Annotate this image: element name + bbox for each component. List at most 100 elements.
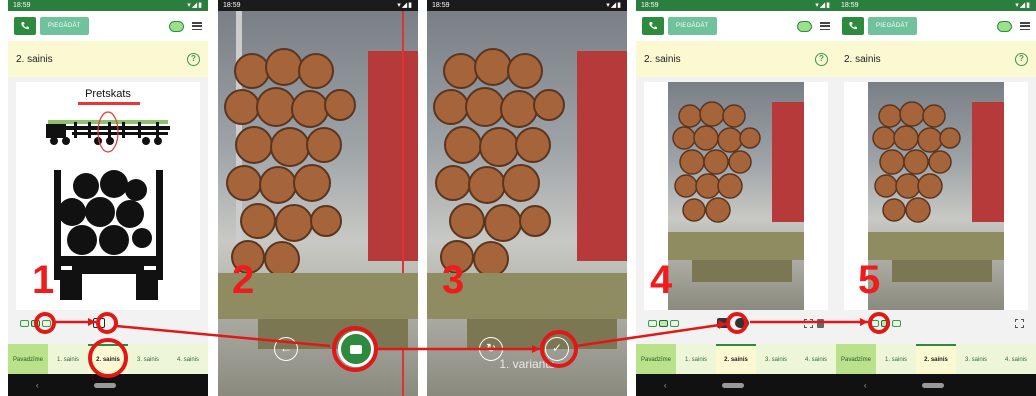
help-icon[interactable]: ? <box>1015 52 1028 66</box>
status-bar: 18:59 ▾◢▮ <box>836 0 1036 11</box>
cloud-sync-icon[interactable] <box>997 20 1012 32</box>
status-time: 18:59 <box>223 2 241 9</box>
camera-viewfinder: ← <box>218 11 418 396</box>
truck-side-icon <box>46 111 170 153</box>
cloud-sync-icon[interactable] <box>797 20 812 32</box>
tab-pavadzime[interactable]: Pavadzīme <box>836 344 876 374</box>
hamburger-menu-icon[interactable] <box>192 22 202 30</box>
view-toggle-segment-active[interactable] <box>659 319 668 327</box>
hamburger-menu-icon[interactable] <box>1020 22 1030 30</box>
signal-battery-icon: ▾◢▮ <box>606 2 622 9</box>
crop-icon[interactable] <box>804 318 813 328</box>
title-bar: 2. sainis ? <box>836 41 1036 77</box>
android-nav-bar: ‹ <box>836 374 1036 396</box>
tab-sainis-4[interactable]: 4. sainis <box>796 344 836 374</box>
app-bar: PIEGĀDĀT <box>836 11 1036 41</box>
app-bar: PIEGĀDĀT <box>636 11 836 41</box>
step-number-2: 2 <box>232 258 255 302</box>
tab-sainis-1[interactable]: 1. sainis <box>876 344 916 374</box>
diagram-title: Pretskats <box>85 88 131 100</box>
step-number-5: 5 <box>858 258 881 302</box>
phone-icon <box>649 22 657 30</box>
phone-call-button[interactable] <box>642 17 664 35</box>
help-icon[interactable]: ? <box>815 52 828 66</box>
captured-photo-preview: ↻ ✓ <box>427 11 627 396</box>
tab-sainis-4[interactable]: 4. sainis <box>996 344 1036 374</box>
step-number-4: 4 <box>650 258 673 302</box>
diagram-title-underline <box>78 102 140 105</box>
captured-photo <box>668 82 804 310</box>
phone-icon <box>21 22 29 30</box>
signal-battery-icon: ▾◢▮ <box>1015 2 1031 9</box>
view-toggle-segment[interactable] <box>670 319 679 327</box>
page-title: 2. sainis <box>16 53 53 65</box>
status-bar: 18:59 ▾◢▮ <box>427 0 627 11</box>
highlight-ring-confirm <box>540 330 578 368</box>
tab-sainis-3[interactable]: 3. sainis <box>128 344 168 374</box>
phone-call-button[interactable] <box>14 17 36 35</box>
back-nav-icon[interactable]: ‹ <box>864 381 867 390</box>
tab-bar: Pavadzīme 1. sainis 2. sainis 3. sainis … <box>636 344 836 374</box>
status-bar: 18:59 ▾◢▮ <box>218 0 418 11</box>
highlight-ring-camera <box>96 312 118 334</box>
tab-sainis-1[interactable]: 1. sainis <box>48 344 88 374</box>
view-toggle-segment[interactable] <box>648 319 657 327</box>
tab-sainis-1[interactable]: 1. sainis <box>676 344 716 374</box>
deliver-button[interactable]: PIEGĀDĀT <box>668 17 717 35</box>
view-toggle-segment[interactable] <box>892 319 901 327</box>
variant-caption: 1. variants <box>499 357 555 371</box>
signal-battery-icon: ▾◢▮ <box>397 2 413 9</box>
home-nav-icon[interactable] <box>722 382 745 388</box>
tab-sainis-2[interactable]: 2. sainis <box>716 344 756 374</box>
highlight-ring-saved <box>868 312 890 334</box>
step-number-1: 1 <box>32 258 55 302</box>
highlight-ring-upload <box>726 312 748 334</box>
highlight-ring-view-toggle <box>34 312 56 334</box>
deliver-button[interactable]: PIEGĀDĀT <box>868 17 917 35</box>
phone-icon <box>849 22 857 30</box>
status-time: 18:59 <box>641 2 659 9</box>
hamburger-menu-icon[interactable] <box>820 22 830 30</box>
phone-screen-2: 18:59 ▾◢▮ ← <box>218 0 418 396</box>
back-nav-icon[interactable]: ‹ <box>664 381 667 390</box>
crop-icon[interactable] <box>1015 318 1024 328</box>
tab-sainis-4[interactable]: 4. sainis <box>168 344 208 374</box>
tab-sainis-2[interactable]: 2. sainis <box>916 344 956 374</box>
tab-bar: Pavadzīme 1. sainis 2. sainis 3. sainis … <box>836 344 1036 374</box>
log-load-photo <box>427 48 627 349</box>
android-nav-bar: ‹ <box>636 374 836 396</box>
view-toggle-segment[interactable] <box>20 319 29 327</box>
tab-sainis-3[interactable]: 3. sainis <box>956 344 996 374</box>
phone-screen-4: 18:59 ▾◢▮ PIEGĀDĀT 2. sainis ? Pavadzīme… <box>636 0 836 396</box>
status-time: 18:59 <box>841 2 859 9</box>
phone-screen-5: 18:59 ▾◢▮ PIEGĀDĀT 2. sainis ? Pavadzīme… <box>836 0 1036 396</box>
step-number-3: 3 <box>442 258 465 302</box>
phone-screen-1: 18:59 ▾◢▮ PIEGĀDĀT 2. sainis ? Pretskats <box>8 0 208 396</box>
screenshot-stage: 18:59 ▾◢▮ PIEGĀDĀT 2. sainis ? Pretskats <box>0 0 1036 396</box>
highlight-ring-tab <box>88 338 128 378</box>
status-time: 18:59 <box>13 2 31 9</box>
photo-toolbar <box>836 312 1036 334</box>
tab-pavadzime[interactable]: Pavadzīme <box>636 344 676 374</box>
status-bar: 18:59 ▾◢▮ <box>636 0 836 11</box>
app-bar: PIEGĀDĀT <box>8 11 208 41</box>
home-nav-icon[interactable] <box>94 382 117 388</box>
help-icon[interactable]: ? <box>187 52 200 66</box>
title-bar: 2. sainis ? <box>636 41 836 77</box>
back-arrow-button[interactable]: ← <box>274 337 298 361</box>
phone-call-button[interactable] <box>842 17 864 35</box>
tab-sainis-3[interactable]: 3. sainis <box>756 344 796 374</box>
tab-pavadzime[interactable]: Pavadzīme <box>8 344 48 374</box>
back-nav-icon[interactable]: ‹ <box>36 381 39 390</box>
trash-icon[interactable] <box>817 318 824 328</box>
status-time: 18:59 <box>432 2 450 9</box>
phone-screen-3: 18:59 ▾◢▮ ↻ ✓ 1. variants <box>427 0 627 396</box>
captured-photo <box>868 82 1004 310</box>
signal-battery-icon: ▾◢▮ <box>187 2 203 9</box>
cloud-sync-icon[interactable] <box>169 20 184 32</box>
status-bar: 18:59 ▾◢▮ <box>8 0 208 11</box>
log-load-photo <box>668 101 804 282</box>
deliver-button[interactable]: PIEGĀDĀT <box>40 17 89 35</box>
page-title: 2. sainis <box>844 53 881 65</box>
home-nav-icon[interactable] <box>922 382 945 388</box>
